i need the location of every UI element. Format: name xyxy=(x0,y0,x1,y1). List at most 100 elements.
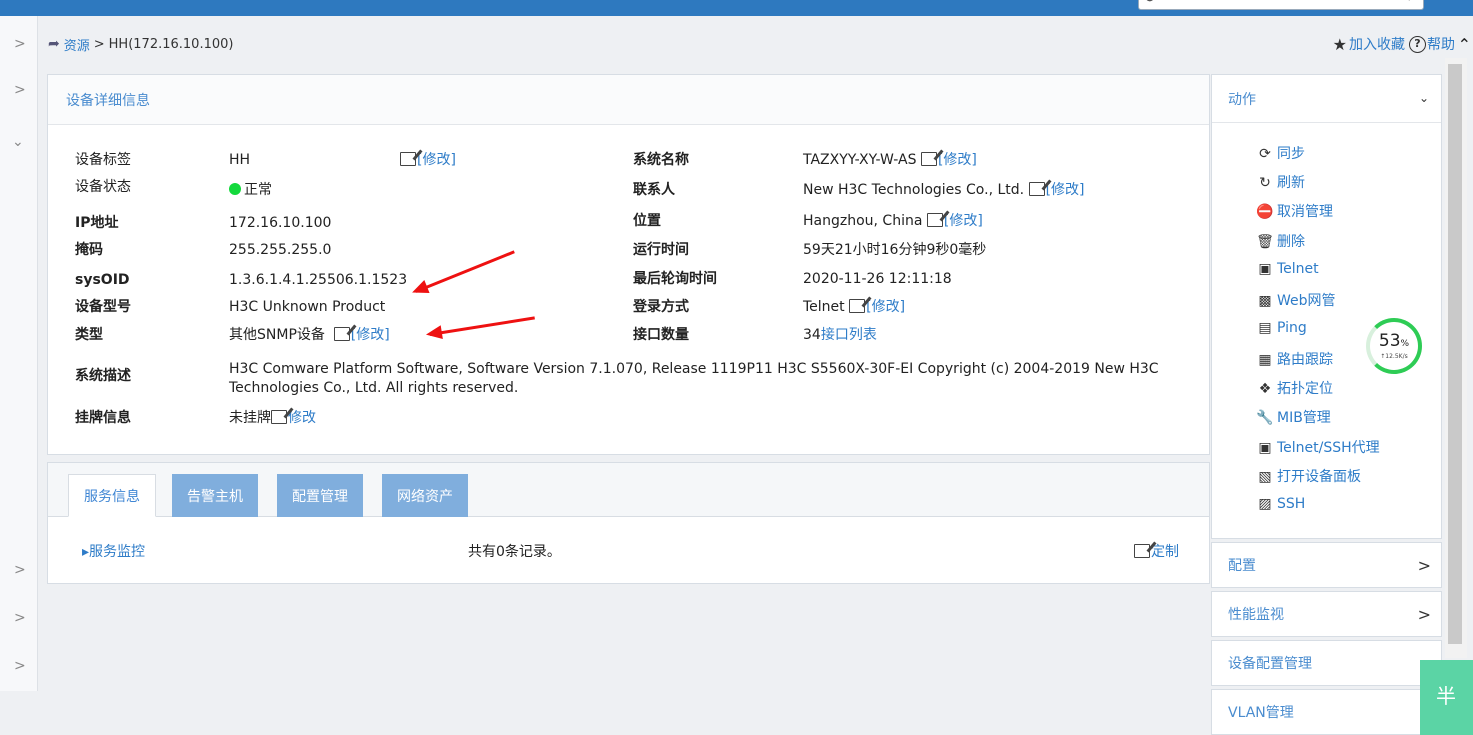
section-vlan[interactable]: VLAN管理 xyxy=(1211,689,1442,735)
edit-login-link[interactable]: [修改] xyxy=(866,299,905,315)
gauge-percent: 53% xyxy=(1378,331,1410,351)
value-tag-info: 未挂牌 修改 xyxy=(229,410,316,426)
tab-network-asset[interactable]: 网络资产 xyxy=(382,474,468,517)
value-model: H3C Unknown Product xyxy=(229,299,386,315)
breadcrumb-root[interactable]: 资源 xyxy=(64,35,90,54)
section-config[interactable]: 配置 > xyxy=(1211,542,1442,588)
action-delete[interactable]: 🗑 删除 xyxy=(1256,231,1305,251)
chevron-right-icon: > xyxy=(1417,604,1431,624)
value-last-poll: 2020-11-26 12:11:18 xyxy=(803,271,952,287)
network-speed-gauge[interactable]: 53% ↑12.5K/s xyxy=(1366,318,1422,374)
service-tabs-panel: 服务信息 告警主机 配置管理 网络资产 ▸服务监控 共有0条记录。 定制 xyxy=(47,462,1210,584)
value-contact: New H3C Technologies Co., Ltd. [修改] xyxy=(803,182,1085,198)
action-ssh[interactable]: ▨ SSH xyxy=(1256,496,1305,512)
label-last-poll: 最后轮询时间 xyxy=(633,271,717,287)
search-input[interactable]: ● ⚲ xyxy=(1138,0,1424,10)
value-sysname: TAZXYY-XY-W-AS [修改] xyxy=(803,152,977,168)
edit-contact-link[interactable]: [修改] xyxy=(1046,182,1085,198)
tab-config-mgmt[interactable]: 配置管理 xyxy=(277,474,363,517)
chevron-right-icon[interactable]: > xyxy=(14,562,26,578)
chevron-down-icon[interactable]: ⌄ xyxy=(12,134,24,150)
edit-icon xyxy=(1134,544,1150,558)
action-refresh[interactable]: ↻ 刷新 xyxy=(1256,172,1305,192)
value-location: Hangzhou, China [修改] xyxy=(803,213,983,229)
chevron-right-icon[interactable]: > xyxy=(14,82,26,98)
label-tag-info: 挂牌信息 xyxy=(75,410,131,426)
action-mib[interactable]: 🔧 MIB管理 xyxy=(1256,407,1331,427)
edit-tag-link[interactable]: 修改 xyxy=(288,410,316,426)
telnet-icon: ▣ xyxy=(1258,261,1272,277)
help-icon: ? xyxy=(1409,35,1426,53)
edit-icon xyxy=(926,213,943,227)
edit-icon xyxy=(271,410,287,424)
label-model: 设备型号 xyxy=(75,299,131,315)
chevron-down-icon: ⌄ xyxy=(1418,91,1429,105)
panel-title: 设备详细信息 xyxy=(48,75,1209,125)
help-link[interactable]: 帮助 xyxy=(1427,34,1455,54)
edit-sysname-link[interactable]: [修改] xyxy=(938,152,977,168)
label-type: 类型 xyxy=(75,327,103,343)
value-login: Telnet [修改] xyxy=(803,299,906,315)
unmanage-icon: ⛔ xyxy=(1256,204,1274,220)
value-type: 其他SNMP设备 [修改] xyxy=(229,327,390,343)
device-detail-panel: 设备详细信息 设备标签 设备状态 IP地址 掩码 sysOID 设备型号 类型 … xyxy=(47,74,1210,455)
edit-type-link[interactable]: [修改] xyxy=(351,327,390,343)
search-icon: ● xyxy=(1145,0,1155,3)
action-device-panel[interactable]: ▧ 打开设备面板 xyxy=(1256,466,1361,486)
actions-header[interactable]: 动作 ⌄ xyxy=(1212,75,1441,123)
top-right-links: ★ 加入收藏 ? 帮助 xyxy=(1333,32,1455,56)
ssh-icon: ▨ xyxy=(1258,496,1272,512)
chevron-right-icon[interactable]: > xyxy=(14,36,26,52)
scrollbar[interactable] xyxy=(1445,58,1467,658)
gauge-speed: ↑12.5K/s xyxy=(1380,353,1408,360)
value-sysdesc-2: Technologies Co., Ltd. All rights reserv… xyxy=(229,380,519,396)
floating-widget[interactable]: 半 xyxy=(1420,660,1473,735)
star-icon: ★ xyxy=(1332,34,1347,54)
value-mask: 255.255.255.0 xyxy=(229,242,332,258)
action-traceroute[interactable]: ▦ 路由跟踪 xyxy=(1256,349,1333,369)
value-ip: 172.16.10.100 xyxy=(229,215,332,231)
label-uptime: 运行时间 xyxy=(633,242,689,258)
edit-device-tag[interactable]: [修改] xyxy=(400,150,456,170)
action-unmanage[interactable]: ⛔ 取消管理 xyxy=(1256,201,1333,221)
telnet-icon: ▣ xyxy=(1258,440,1272,456)
add-favorite-link[interactable]: 加入收藏 xyxy=(1349,34,1405,54)
tab-service-info[interactable]: 服务信息 xyxy=(68,474,156,517)
tab-alarm-host[interactable]: 告警主机 xyxy=(172,474,258,517)
action-sync[interactable]: ⟳ 同步 xyxy=(1256,143,1305,163)
label-login: 登录方式 xyxy=(633,299,689,315)
value-uptime: 59天21小时16分钟9秒0毫秒 xyxy=(803,242,987,258)
interface-list-link[interactable]: 接口列表 xyxy=(821,327,877,343)
label-sysoid: sysOID xyxy=(75,272,130,288)
customize-button[interactable]: 定制 xyxy=(1134,541,1179,561)
web-icon: ▩ xyxy=(1258,293,1272,309)
edit-icon xyxy=(920,152,937,166)
action-ping[interactable]: ▤ Ping xyxy=(1256,320,1306,336)
record-count: 共有0条记录。 xyxy=(468,544,561,560)
breadcrumb-current: HH(172.16.10.100) xyxy=(108,36,234,52)
refresh-icon: ↻ xyxy=(1259,175,1271,191)
label-sysname: 系统名称 xyxy=(633,152,689,168)
chevron-right-icon[interactable]: > xyxy=(14,610,26,626)
breadcrumb-sep: > xyxy=(93,36,105,52)
top-bar: ● ⚲ xyxy=(0,0,1473,16)
chevron-right-icon: > xyxy=(1417,555,1431,575)
section-perf-monitor[interactable]: 性能监视 > xyxy=(1211,591,1442,637)
panel-icon: ▧ xyxy=(1258,469,1272,485)
collapse-up-icon[interactable]: ⌃ xyxy=(1458,35,1471,54)
edit-location-link[interactable]: [修改] xyxy=(944,213,983,229)
label-mask: 掩码 xyxy=(75,242,103,258)
action-telnet[interactable]: ▣ Telnet xyxy=(1256,261,1318,277)
section-device-config[interactable]: 设备配置管理 xyxy=(1211,640,1442,686)
action-topology[interactable]: ❖ 拓扑定位 xyxy=(1256,378,1333,398)
action-telnet-ssh-proxy[interactable]: ▣ Telnet/SSH代理 xyxy=(1256,437,1379,457)
scrollbar-thumb[interactable] xyxy=(1448,64,1462,644)
edit-icon xyxy=(1028,182,1045,196)
chevron-right-icon[interactable]: > xyxy=(14,658,26,674)
service-monitor-toggle[interactable]: ▸服务监控 xyxy=(82,541,145,561)
tab-bar: 服务信息 告警主机 配置管理 网络资产 xyxy=(48,463,1209,517)
value-sysoid: 1.3.6.1.4.1.25506.1.1523 xyxy=(229,272,408,288)
status-ok-icon xyxy=(229,183,241,195)
search-icon[interactable]: ⚲ xyxy=(1406,0,1413,2)
action-web[interactable]: ▩ Web网管 xyxy=(1256,290,1335,310)
